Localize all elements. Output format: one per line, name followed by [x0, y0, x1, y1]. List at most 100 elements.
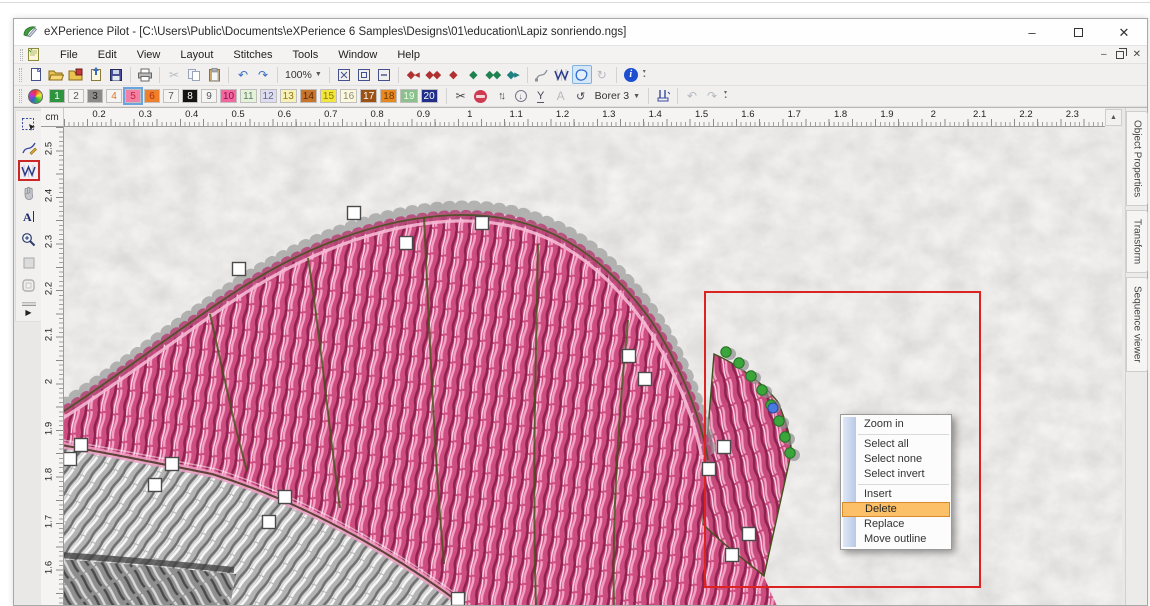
color-swatch-10[interactable]: 10 [220, 89, 237, 103]
mdi-restore-button[interactable] [1116, 51, 1124, 59]
zoom-tool[interactable] [18, 229, 40, 250]
color-swatch-2[interactable]: 2 [68, 89, 84, 103]
toolbar-gripper[interactable] [22, 302, 36, 306]
stitch-nav-button-2[interactable]: ◆◆ [423, 65, 443, 84]
open-button[interactable] [46, 65, 66, 84]
color-swatch-13[interactable]: 13 [280, 89, 297, 103]
outline-handle[interactable] [263, 516, 276, 529]
color-swatch-16[interactable]: 16 [340, 89, 357, 103]
document-icon[interactable] [27, 48, 40, 61]
stitch-node-green[interactable] [746, 371, 756, 381]
zoom-to-selection-button[interactable] [354, 65, 374, 84]
outline-handle[interactable] [718, 441, 731, 454]
context-menu-item-select-none[interactable]: Select none [841, 452, 951, 467]
outline-handle[interactable] [75, 439, 88, 452]
needle-down-button[interactable]: Y [531, 87, 551, 106]
tab-sequence-viewer[interactable]: Sequence viewer [1126, 277, 1148, 372]
toolbar-expand-arrow[interactable]: ▶ [25, 308, 31, 317]
outline-handle[interactable] [64, 453, 77, 466]
menu-window[interactable]: Window [328, 46, 387, 64]
letter-tool-button[interactable]: A [551, 87, 571, 106]
color-swatch-6[interactable]: 6 [144, 89, 160, 103]
shape-select-button[interactable] [572, 65, 592, 84]
menu-layout[interactable]: Layout [170, 46, 223, 64]
color-swatch-5[interactable]: 5 [125, 89, 141, 103]
stitch-node-green[interactable] [734, 358, 744, 368]
color-swatch-15[interactable]: 15 [320, 89, 337, 103]
outline-handle[interactable] [452, 593, 465, 606]
background-tool[interactable] [18, 252, 40, 273]
thread-chart-dropdown[interactable]: Borer 3▼ [591, 90, 644, 102]
undo-secondary-button[interactable]: ↶ [682, 87, 702, 106]
sequence-button[interactable]: ↑↓ [491, 87, 511, 106]
color-swatch-14[interactable]: 14 [300, 89, 317, 103]
tab-object-properties[interactable]: Object Properties [1126, 111, 1148, 206]
context-menu-item-delete[interactable]: Delete [842, 502, 950, 517]
color-swatch-8[interactable]: 8 [182, 89, 198, 103]
print-button[interactable] [135, 65, 155, 84]
stitch-node-green[interactable] [757, 385, 767, 395]
edit-outline-tool[interactable] [18, 137, 40, 158]
color-swatch-11[interactable]: 11 [240, 89, 256, 103]
open-sample-button[interactable] [66, 65, 86, 84]
scroll-up-button[interactable]: ▲ [1105, 109, 1122, 126]
stitch-node-blue[interactable] [768, 403, 778, 413]
select-points-tool[interactable] [18, 114, 40, 135]
color-swatch-19[interactable]: 19 [400, 89, 417, 103]
color-swatch-4[interactable]: 4 [106, 89, 122, 103]
zoom-level-dropdown[interactable]: 100%▼ [282, 69, 325, 81]
minimize-button[interactable]: – [1009, 19, 1055, 46]
stitch-node-green[interactable] [785, 448, 795, 458]
outline-handle[interactable] [639, 373, 652, 386]
stitch-nav-button-6[interactable]: ◆▸ [503, 65, 523, 84]
context-menu-item-zoom-in[interactable]: Zoom in [841, 417, 951, 432]
text-tool[interactable]: A [18, 206, 40, 227]
zoom-to-design-button[interactable] [334, 65, 354, 84]
stitch-nav-button-3[interactable]: ◆ [443, 65, 463, 84]
color-swatch-20[interactable]: 20 [421, 89, 438, 103]
mdi-minimize-button[interactable]: – [1101, 48, 1107, 62]
stitch-view-button[interactable] [552, 65, 572, 84]
curve-tool-button[interactable] [532, 65, 552, 84]
menu-stitches[interactable]: Stitches [223, 46, 282, 64]
redraw-button[interactable]: ↻ [592, 65, 612, 84]
edit-stitches-tool[interactable] [18, 160, 40, 181]
outline-handle[interactable] [348, 207, 361, 220]
maximize-button[interactable] [1055, 19, 1101, 46]
stitch-nav-button-5[interactable]: ◆◆ [483, 65, 503, 84]
context-menu-item-move-outline[interactable]: Move outline [841, 532, 951, 547]
outline-handle[interactable] [623, 350, 636, 363]
color-swatch-3[interactable]: 3 [87, 89, 103, 103]
close-button[interactable]: ✕ [1101, 19, 1147, 46]
stitch-node-green[interactable] [780, 432, 790, 442]
color-swatch-12[interactable]: 12 [260, 89, 277, 103]
color-swatch-1[interactable]: 1 [49, 89, 65, 103]
stitch-nav-button-4[interactable]: ◆ [463, 65, 483, 84]
zoom-one-to-one-button[interactable] [374, 65, 394, 84]
machine-button[interactable] [653, 87, 673, 106]
outline-handle[interactable] [279, 491, 292, 504]
outline-handle[interactable] [703, 463, 716, 476]
redo-button[interactable]: ↷ [253, 65, 273, 84]
embroidery-design[interactable] [64, 127, 1122, 605]
menu-view[interactable]: View [127, 46, 171, 64]
toolbar-overflow[interactable]: ▾▪ [724, 91, 727, 101]
context-menu-item-select-invert[interactable]: Select invert [841, 467, 951, 482]
cut-button[interactable]: ✂ [164, 65, 184, 84]
stitch-nav-button-1[interactable]: ◆◂ [403, 65, 423, 84]
menu-tools[interactable]: Tools [283, 46, 329, 64]
color-swatch-17[interactable]: 17 [360, 89, 377, 103]
drag-tool[interactable] [18, 183, 40, 204]
context-menu-item-insert[interactable]: Insert [841, 487, 951, 502]
outline-handle[interactable] [149, 479, 162, 492]
outline-handle[interactable] [400, 237, 413, 250]
stop-button[interactable] [471, 87, 491, 106]
save-as-button[interactable] [86, 65, 106, 84]
trim-button[interactable]: ✂ [451, 87, 471, 106]
menu-file[interactable]: File [50, 46, 88, 64]
outline-handle[interactable] [233, 263, 246, 276]
tab-transform[interactable]: Transform [1126, 210, 1148, 273]
copy-button[interactable] [184, 65, 204, 84]
menu-edit[interactable]: Edit [88, 46, 127, 64]
save-button[interactable] [106, 65, 126, 84]
